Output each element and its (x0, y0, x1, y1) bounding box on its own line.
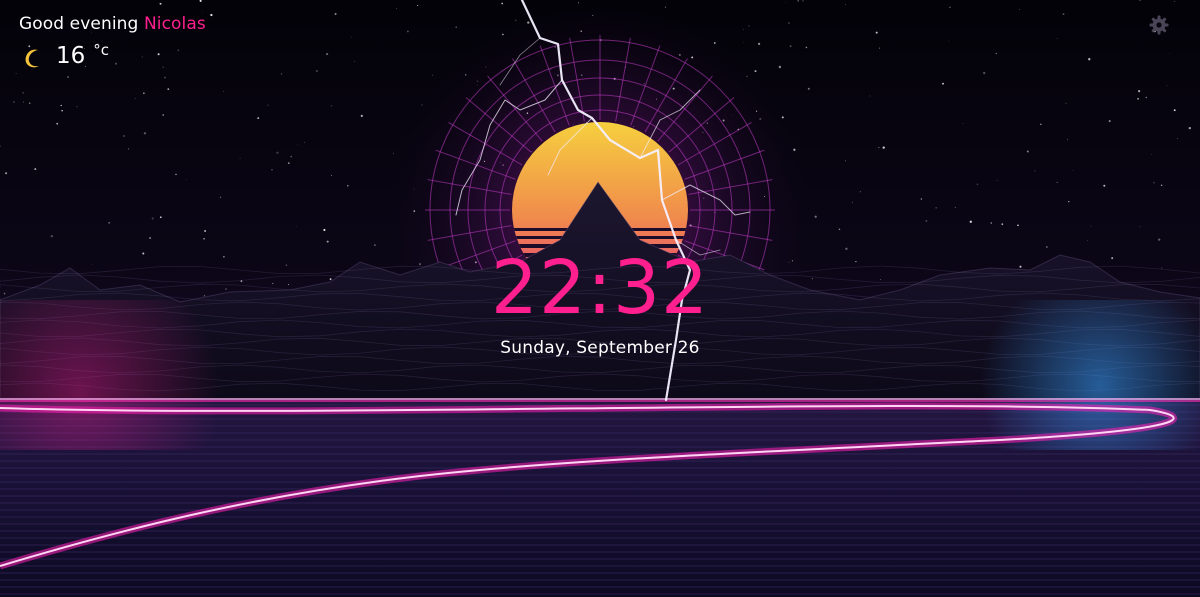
temperature-unit: °c (93, 41, 110, 59)
clock-date: Sunday, September 26 (500, 338, 700, 358)
weather-widget: 16 °c (22, 42, 109, 70)
moon-icon (25, 49, 39, 68)
gear-icon[interactable] (1148, 14, 1170, 36)
greeting-name[interactable]: Nicolas (144, 14, 206, 34)
clock-time: 22:32 (490, 245, 710, 331)
greeting: Good evening Nicolas (19, 14, 206, 34)
greeting-prefix: Good evening (19, 14, 139, 34)
temperature-value: 16 (56, 43, 86, 69)
